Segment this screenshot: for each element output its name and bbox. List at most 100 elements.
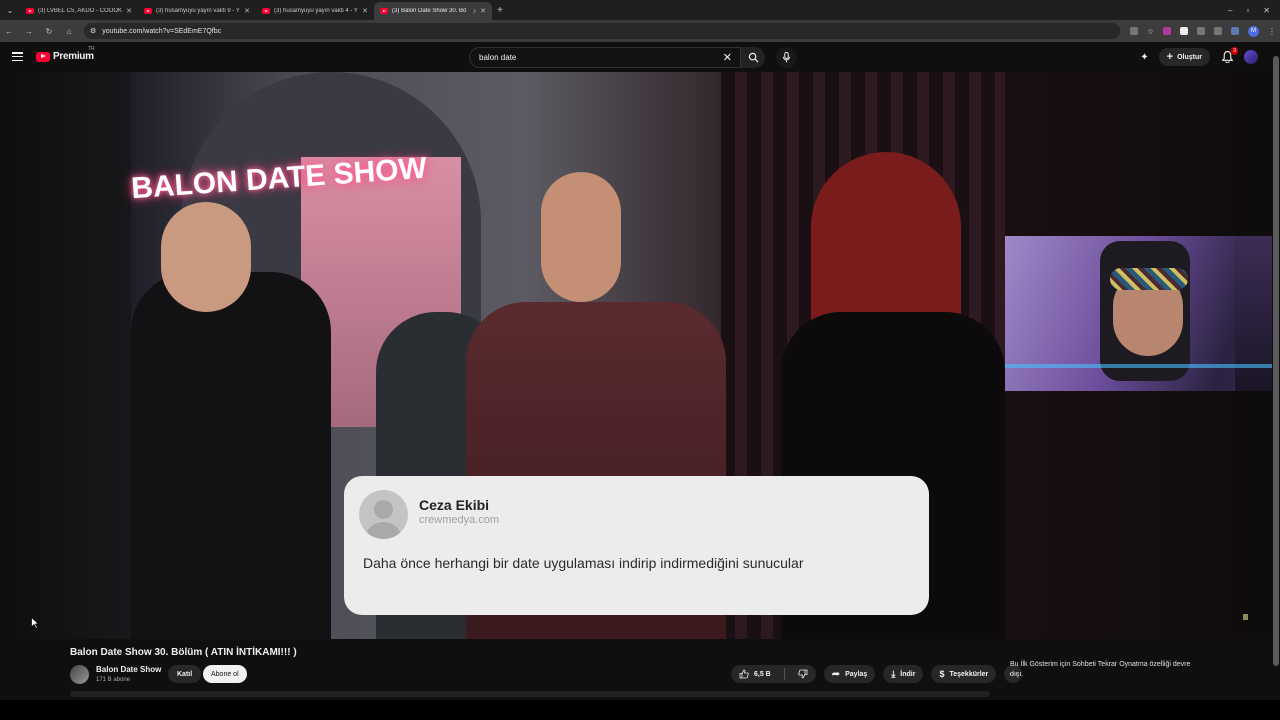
- browser-tab[interactable]: (3) LVBEL C5, AKDO - COOOK I ✕: [20, 2, 138, 20]
- avatar[interactable]: [1244, 50, 1258, 64]
- window-controls: – ▫ ✕: [1228, 6, 1280, 15]
- maximize-icon[interactable]: ▫: [1246, 6, 1249, 15]
- tab-title: (3) Balon Date Show 30. Bö: [392, 8, 467, 14]
- thumbs-down-icon: [798, 669, 808, 679]
- tab-close-icon[interactable]: ✕: [362, 7, 368, 15]
- bookmark-star-icon[interactable]: ☆: [1147, 27, 1154, 36]
- extension-icon[interactable]: [1180, 27, 1188, 35]
- forward-icon[interactable]: →: [24, 27, 34, 36]
- thanks-icon: $: [939, 669, 945, 679]
- youtube-masthead: Premium TR ✕ ✦ + Oluştur 3: [0, 42, 1280, 72]
- clear-search-icon[interactable]: ✕: [723, 51, 732, 64]
- channel-avatar[interactable]: [70, 665, 89, 684]
- thumbs-up-icon: [739, 669, 749, 679]
- description-preview[interactable]: [70, 691, 990, 697]
- channel-name[interactable]: Balon Date Show: [96, 665, 161, 674]
- menu-icon[interactable]: [12, 52, 23, 61]
- notifications-button[interactable]: 3: [1220, 47, 1238, 64]
- tab-title: (3) husamyuyu yayın vakti 9 - Y: [156, 8, 240, 14]
- thanks-button[interactable]: $ Teşekkürler: [931, 665, 997, 683]
- browser-toolbar: ← → ↻ ⌂ ⚙ youtube.com/watch?v=SEdEmE7Qfb…: [0, 20, 1280, 42]
- extensions-puzzle-icon[interactable]: [1197, 27, 1205, 35]
- voice-search-button[interactable]: [776, 47, 797, 68]
- browser-tab-active[interactable]: (3) Balon Date Show 30. Bö ♪ ✕: [374, 2, 492, 20]
- profile-icon[interactable]: M: [1248, 25, 1259, 37]
- search-box: ✕: [469, 47, 741, 68]
- tab-title: (3) LVBEL C5, AKDO - COOOK I: [38, 8, 123, 14]
- back-icon[interactable]: ←: [4, 27, 14, 36]
- extension-icons: ☆ M ⋮: [1129, 25, 1276, 37]
- speaker-icon[interactable]: ♪: [473, 8, 477, 15]
- subscriber-count: 171 B abone: [96, 677, 131, 683]
- youtube-favicon-icon: [262, 8, 270, 14]
- bottom-black-bar: [0, 700, 1280, 720]
- notification-badge: 3: [1231, 47, 1238, 55]
- home-icon[interactable]: ⌂: [64, 27, 74, 36]
- page-scrollbar[interactable]: [1272, 42, 1280, 700]
- person-host-head: [541, 172, 621, 302]
- mouse-cursor-icon: [31, 617, 39, 629]
- cast-icon[interactable]: [1129, 27, 1138, 35]
- sidebar-icon[interactable]: [1214, 27, 1222, 35]
- like-count: 6,5 B: [754, 670, 771, 678]
- webcam-headband: [1110, 268, 1188, 290]
- plus-icon: +: [1166, 51, 1174, 63]
- message-text: Daha önce herhangi bir date uygulaması i…: [363, 555, 804, 571]
- translate-icon[interactable]: [1231, 27, 1239, 35]
- chat-replay-notice: Bu İlk Gösterim için Sohbeti Tekrar Oyna…: [1010, 661, 1191, 678]
- download-button[interactable]: ⤓ İndir: [883, 665, 924, 683]
- like-button[interactable]: 6,5 B: [731, 665, 779, 683]
- video-actions: 6,5 B ➦ Paylaş ⤓ İndir $ Teşekkürler ⋯: [731, 665, 1023, 683]
- address-bar[interactable]: ⚙ youtube.com/watch?v=SEdEmE7Qfbc: [84, 23, 1120, 39]
- browser-tab[interactable]: (3) husamyuyu yayın vakti 9 - Y ✕: [138, 2, 256, 20]
- minimize-icon[interactable]: –: [1228, 6, 1232, 15]
- tab-title: (3) husamyuyu yayın vakti 4 - Y: [274, 8, 358, 14]
- tab-search-icon[interactable]: ⌄: [0, 0, 20, 20]
- person-left: [131, 272, 331, 639]
- url-text: youtube.com/watch?v=SEdEmE7Qfbc: [102, 27, 222, 35]
- subscribe-button[interactable]: Abone ol: [203, 665, 247, 683]
- create-button[interactable]: + Oluştur: [1158, 48, 1210, 66]
- person-left-head: [161, 202, 251, 312]
- scrollbar-thumb[interactable]: [1273, 56, 1279, 666]
- reload-icon[interactable]: ↻: [44, 27, 54, 36]
- youtube-favicon-icon: [26, 8, 34, 14]
- close-window-icon[interactable]: ✕: [1263, 6, 1270, 15]
- youtube-favicon-icon: [380, 8, 388, 14]
- browser-menu-icon[interactable]: ⋮: [1268, 27, 1276, 36]
- video-letterbox-left: [0, 72, 131, 639]
- microphone-icon: [782, 52, 791, 63]
- message-domain: crewmedya.com: [419, 514, 500, 526]
- search-button[interactable]: [741, 47, 765, 68]
- webcam-overlay: [1005, 236, 1272, 391]
- logo-text: Premium: [53, 51, 94, 62]
- youtube-favicon-icon: [144, 8, 152, 14]
- extension-icon[interactable]: [1163, 27, 1171, 35]
- tab-close-icon[interactable]: ✕: [244, 7, 250, 15]
- thanks-label: Teşekkürler: [949, 670, 989, 678]
- dislike-button[interactable]: [790, 665, 816, 683]
- tab-close-icon[interactable]: ✕: [126, 7, 132, 15]
- search-input[interactable]: [479, 53, 723, 62]
- share-button[interactable]: ➦ Paylaş: [823, 665, 876, 683]
- tab-close-icon[interactable]: ✕: [480, 7, 486, 15]
- cast-sparkle-icon[interactable]: ✦: [1140, 52, 1148, 63]
- default-avatar-icon: [359, 490, 408, 539]
- new-tab-icon[interactable]: +: [492, 5, 508, 16]
- region-code: TR: [88, 46, 95, 52]
- youtube-logo[interactable]: Premium TR: [36, 46, 95, 62]
- message-sender: Ceza Ekibi: [419, 497, 490, 513]
- like-dislike-group: 6,5 B: [731, 665, 816, 683]
- like-divider: [783, 668, 785, 680]
- webcam-led-strip: [1005, 364, 1272, 368]
- site-info-icon[interactable]: ⚙: [90, 27, 96, 35]
- download-label: İndir: [900, 670, 916, 678]
- masthead-actions: ✦ + Oluştur 3: [1140, 47, 1258, 66]
- browser-tab-strip: ⌄ (3) LVBEL C5, AKDO - COOOK I ✕ (3) hus…: [0, 0, 1280, 20]
- youtube-logo-icon: [36, 51, 50, 62]
- browser-tab[interactable]: (3) husamyuyu yayın vakti 4 - Y ✕: [256, 2, 374, 20]
- create-label: Oluştur: [1177, 53, 1202, 61]
- search-icon: [748, 52, 758, 63]
- join-button[interactable]: Katıl: [168, 665, 202, 683]
- download-icon: ⤓: [891, 668, 896, 679]
